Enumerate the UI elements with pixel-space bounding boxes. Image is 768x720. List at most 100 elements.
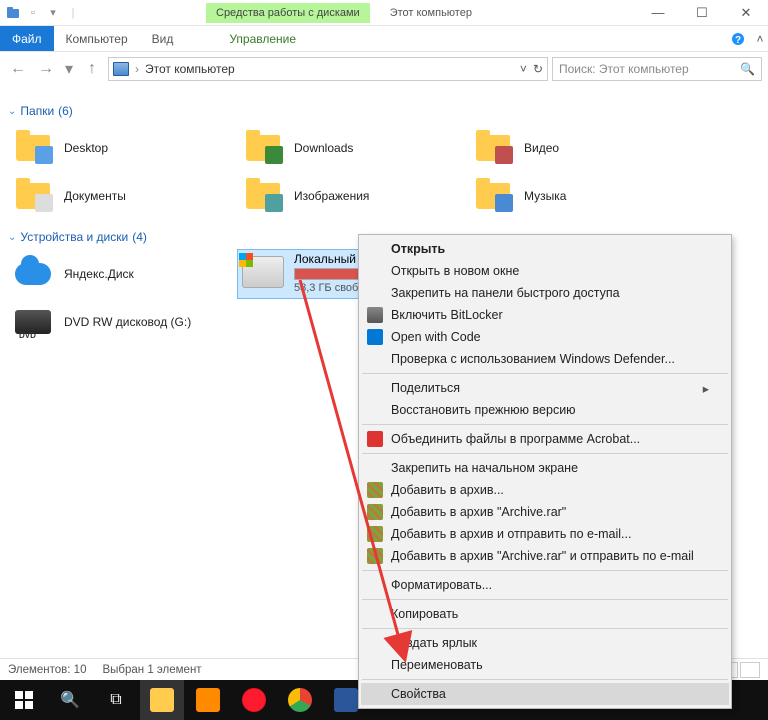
dvd-icon — [15, 310, 51, 334]
address-bar[interactable]: › Этот компьютер ˅ ↻ — [108, 57, 548, 81]
ctx-add-archive[interactable]: Добавить в архив... — [361, 479, 729, 501]
qat-dropdown-icon[interactable]: ▾ — [44, 4, 62, 22]
contextual-tab-drive-tools[interactable]: Средства работы с дисками — [206, 3, 370, 23]
ctx-pin-start[interactable]: Закрепить на начальном экране — [361, 457, 729, 479]
close-button[interactable]: ✕ — [724, 0, 768, 26]
folder-icon — [476, 183, 510, 209]
group-header-folders[interactable]: ⌄ Папки (6) — [8, 104, 760, 118]
device-yandex-disk[interactable]: Яндекс.Диск — [8, 250, 238, 298]
folder-desktop[interactable]: Desktop — [8, 124, 238, 172]
winrar-icon — [367, 482, 383, 498]
ctx-acrobat-combine[interactable]: Объединить файлы в программе Acrobat... — [361, 428, 729, 450]
ctx-share[interactable]: Поделиться▸ — [361, 377, 729, 399]
folder-music[interactable]: Музыка — [468, 172, 698, 220]
item-label: Видео — [524, 141, 559, 155]
taskbar-opera[interactable] — [232, 680, 276, 720]
ctx-separator — [362, 453, 728, 454]
context-menu: Открыть Открыть в новом окне Закрепить н… — [358, 234, 732, 709]
winrar-icon — [367, 548, 383, 564]
folder-icon — [246, 183, 280, 209]
tab-manage[interactable]: Управление — [217, 26, 308, 51]
nav-up-button[interactable]: ↑ — [80, 57, 104, 81]
group-count-devices: (4) — [132, 230, 147, 244]
maximize-button[interactable]: ☐ — [680, 0, 724, 26]
search-icon: 🔍 — [740, 62, 755, 76]
ctx-rename[interactable]: Переименовать — [361, 654, 729, 676]
search-input[interactable]: Поиск: Этот компьютер 🔍 — [552, 57, 762, 81]
device-dvd[interactable]: DVD RW дисковод (G:) — [8, 298, 238, 346]
ctx-format[interactable]: Форматировать... — [361, 574, 729, 596]
taskbar-media-player[interactable] — [186, 680, 230, 720]
drive-icon — [242, 256, 284, 288]
ctx-properties[interactable]: Свойства — [361, 683, 729, 705]
ctx-separator — [362, 679, 728, 680]
ctx-separator — [362, 570, 728, 571]
folder-icon — [16, 135, 50, 161]
media-icon — [196, 688, 220, 712]
breadcrumb-chevron-icon[interactable]: › — [135, 62, 139, 76]
minimize-button[interactable]: — — [636, 0, 680, 26]
opera-icon — [242, 688, 266, 712]
nav-recent-dropdown[interactable]: ▾ — [62, 57, 76, 81]
ctx-restore-previous[interactable]: Восстановить прежнюю версию — [361, 399, 729, 421]
item-label: Документы — [64, 189, 126, 203]
address-dropdown-icon[interactable]: ˅ — [520, 62, 527, 76]
folder-pictures[interactable]: Изображения — [238, 172, 468, 220]
taskbar-search-button[interactable]: 🔍 — [48, 680, 92, 720]
item-label: Desktop — [64, 141, 108, 155]
vscode-icon — [367, 329, 383, 345]
folder-icon — [476, 135, 510, 161]
tab-file[interactable]: Файл — [0, 26, 54, 51]
nav-forward-button[interactable]: → — [34, 57, 58, 81]
word-icon — [334, 688, 358, 712]
status-selection: Выбран 1 элемент — [102, 664, 201, 676]
item-label: Яндекс.Диск — [64, 267, 134, 281]
ctx-add-rar-email[interactable]: Добавить в архив "Archive.rar" и отправи… — [361, 545, 729, 567]
ctx-copy[interactable]: Копировать — [361, 603, 729, 625]
ctx-separator — [362, 599, 728, 600]
taskbar-explorer[interactable] — [140, 680, 184, 720]
ctx-add-archive-email[interactable]: Добавить в архив и отправить по e-mail..… — [361, 523, 729, 545]
ctx-windows-defender[interactable]: Проверка с использованием Windows Defend… — [361, 348, 729, 370]
ctx-pin-quick-access[interactable]: Закрепить на панели быстрого доступа — [361, 282, 729, 304]
chevron-down-icon: ⌄ — [8, 232, 16, 243]
windows-logo-icon — [15, 691, 33, 709]
tab-computer[interactable]: Компьютер — [54, 26, 140, 51]
view-large-icons-button[interactable] — [740, 662, 760, 678]
address-bar-row: ← → ▾ ↑ › Этот компьютер ˅ ↻ Поиск: Этот… — [0, 52, 768, 86]
properties-qat-icon[interactable]: ▫ — [24, 4, 42, 22]
item-label: Downloads — [294, 141, 353, 155]
qat-separator: | — [64, 4, 82, 22]
group-title-folders: Папки — [20, 104, 54, 118]
ribbon-help-icon[interactable]: ? — [724, 26, 752, 51]
taskbar-chrome[interactable] — [278, 680, 322, 720]
ctx-open-new-window[interactable]: Открыть в новом окне — [361, 260, 729, 282]
nav-back-button[interactable]: ← — [6, 57, 30, 81]
breadcrumb-this-pc[interactable]: Этот компьютер — [145, 62, 235, 76]
ribbon-tabs: Файл Компьютер Вид Управление ? ˄ — [0, 26, 768, 52]
taskbar-taskview-button[interactable]: ⧉ — [94, 680, 138, 720]
start-button[interactable] — [2, 680, 46, 720]
folder-icon — [246, 135, 280, 161]
ctx-bitlocker[interactable]: Включить BitLocker — [361, 304, 729, 326]
title-bar: ▫ ▾ | Средства работы с дисками Этот ком… — [0, 0, 768, 26]
folder-documents[interactable]: Документы — [8, 172, 238, 220]
ribbon-collapse-icon[interactable]: ˄ — [752, 26, 768, 51]
app-icon — [4, 4, 22, 22]
refresh-icon[interactable]: ↻ — [533, 62, 543, 76]
ctx-add-archive-rar[interactable]: Добавить в архив "Archive.rar" — [361, 501, 729, 523]
chevron-down-icon: ⌄ — [8, 106, 16, 117]
winrar-icon — [367, 526, 383, 542]
quick-access-toolbar: ▫ ▾ | — [0, 4, 86, 22]
tab-view[interactable]: Вид — [140, 26, 186, 51]
item-label: Музыка — [524, 189, 566, 203]
ctx-open[interactable]: Открыть — [361, 238, 729, 260]
explorer-icon — [150, 688, 174, 712]
ctx-create-shortcut[interactable]: Создать ярлык — [361, 632, 729, 654]
ctx-open-with-code[interactable]: Open with Code — [361, 326, 729, 348]
svg-text:?: ? — [735, 35, 741, 46]
folder-downloads[interactable]: Downloads — [238, 124, 468, 172]
ctx-separator — [362, 373, 728, 374]
folder-videos[interactable]: Видео — [468, 124, 698, 172]
search-placeholder: Поиск: Этот компьютер — [559, 62, 689, 76]
